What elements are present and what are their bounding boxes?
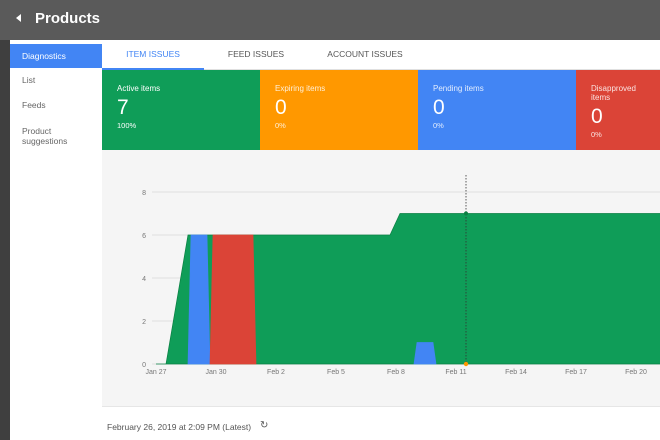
y-tick-label: 2 (142, 319, 146, 326)
x-tick-label: Feb 8 (387, 369, 405, 376)
card-percent: 0% (433, 121, 444, 130)
tab-feed-issues[interactable]: FEED ISSUES (208, 40, 304, 70)
last-updated-timestamp: February 26, 2019 at 2:09 PM (Latest) (107, 422, 252, 432)
series-area (413, 342, 437, 365)
card-label: Active items (117, 84, 161, 93)
sidebar-item-list[interactable]: List (10, 68, 102, 93)
x-tick-label: Jan 27 (145, 369, 166, 376)
x-tick-label: Feb 17 (565, 369, 587, 376)
tab-bar: ITEM ISSUES FEED ISSUES ACCOUNT ISSUES (102, 40, 660, 70)
card-label: Expiring items (275, 84, 326, 93)
sidebar-item-label-line1: Product (22, 126, 52, 136)
x-tick-label: Feb 14 (505, 369, 527, 376)
x-tick-label: Jan 30 (205, 369, 226, 376)
card-label: Pending items (433, 84, 484, 93)
item-issues-chart: 0 2 4 6 8 Jan 27 Jan 30 Feb 2 Feb 5 Feb 8 Feb 11 Fe… (142, 175, 660, 376)
footer: February 26, 2019 at 2:09 PM (Latest) ↻ (102, 406, 660, 440)
card-value: 0 (275, 96, 287, 119)
series-area (187, 234, 211, 365)
back-arrow-icon[interactable] (9, 9, 27, 27)
card-percent: 100% (117, 121, 137, 130)
sidebar-item-product-suggestions[interactable]: Product suggestions (10, 118, 102, 152)
card-percent: 0% (591, 130, 602, 139)
x-tick-label: Feb 2 (267, 369, 285, 376)
card-expiring-items[interactable]: Expiring items 0 0% (260, 70, 418, 150)
y-tick-label: 8 (142, 190, 146, 197)
card-pending-items[interactable]: Pending items 0 0% (418, 70, 576, 150)
card-label: Disapproved items (591, 84, 636, 102)
status-cards: Active items 7 100% Expiring items 0 0% … (102, 70, 660, 150)
main-content: ITEM ISSUES FEED ISSUES ACCOUNT ISSUES A… (102, 40, 660, 440)
x-tick-label: Feb 20 (625, 369, 647, 376)
y-tick-label: 4 (142, 276, 146, 283)
refresh-icon[interactable]: ↻ (260, 421, 270, 431)
hover-marker (463, 361, 469, 367)
left-rail (0, 40, 10, 440)
card-active-items[interactable]: Active items 7 100% (102, 70, 260, 150)
y-tick-label: 6 (142, 233, 146, 240)
sidebar: Diagnostics List Feeds Product suggestio… (10, 40, 102, 440)
sidebar-item-label-line2: suggestions (22, 136, 68, 146)
series-area (209, 234, 257, 365)
card-value: 0 (433, 96, 445, 119)
hover-marker (464, 211, 468, 216)
tab-item-issues[interactable]: ITEM ISSUES (102, 40, 204, 70)
y-tick-label: 0 (142, 362, 146, 369)
card-disapproved-items[interactable]: Disapproved items 0 0% (576, 70, 660, 150)
x-tick-label: Feb 5 (327, 369, 345, 376)
card-percent: 0% (275, 121, 286, 130)
card-value: 0 (591, 105, 603, 128)
card-value: 7 (117, 96, 129, 119)
sidebar-item-diagnostics[interactable]: Diagnostics (10, 44, 102, 68)
app-header: Products (0, 0, 660, 40)
tab-account-issues[interactable]: ACCOUNT ISSUES (312, 40, 418, 70)
page-title: Products (35, 10, 101, 27)
x-tick-label: Feb 11 (445, 369, 466, 376)
sidebar-item-feeds[interactable]: Feeds (10, 93, 102, 118)
